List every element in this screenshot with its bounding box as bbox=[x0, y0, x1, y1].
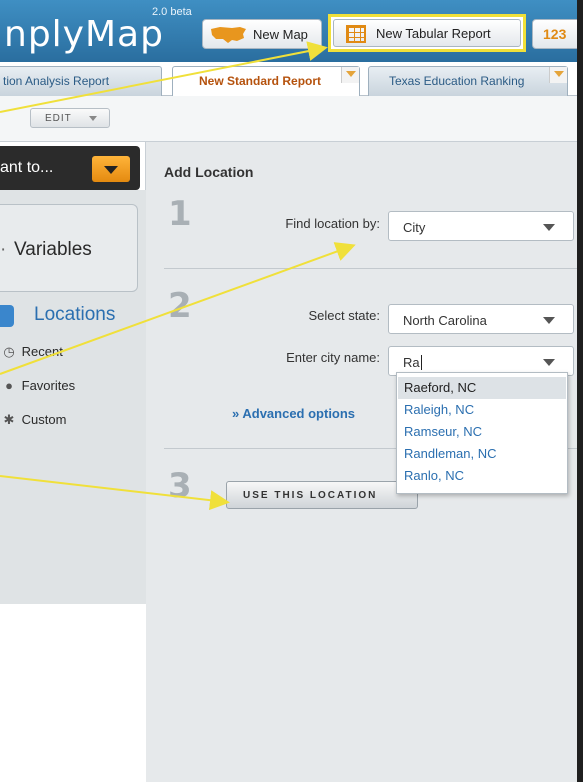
use-this-location-button[interactable]: USE THIS LOCATION bbox=[226, 481, 418, 509]
advanced-options-link[interactable]: » Advanced options bbox=[232, 406, 355, 421]
custom-label: Custom bbox=[21, 412, 67, 427]
step-number: 3 bbox=[168, 466, 192, 506]
tab-location-analysis-report[interactable]: tion Analysis Report bbox=[0, 66, 162, 96]
tab-menu-chevron-icon[interactable] bbox=[341, 67, 359, 83]
variables-icon: · bbox=[0, 239, 7, 260]
state-value: North Carolina bbox=[403, 313, 487, 328]
state-label: Select state: bbox=[308, 308, 380, 323]
sidebar-item-variables[interactable]: · Variables bbox=[0, 204, 138, 292]
state-select[interactable]: North Carolina bbox=[388, 304, 574, 334]
tab-label: tion Analysis Report bbox=[3, 74, 110, 88]
suggestion-item[interactable]: Ranlo, NC bbox=[398, 465, 566, 487]
use-this-location-label: USE THIS LOCATION bbox=[243, 490, 378, 501]
suggestion-item[interactable]: Randleman, NC bbox=[398, 443, 566, 465]
beta-badge: 2.0 beta bbox=[152, 6, 192, 18]
us-map-icon bbox=[211, 27, 246, 43]
want-to-menu[interactable]: ant to... bbox=[0, 146, 140, 190]
step-number: 2 bbox=[168, 286, 192, 326]
new-tabular-report-button[interactable]: New Tabular Report bbox=[333, 19, 521, 47]
ranking-label: 123 bbox=[543, 26, 567, 42]
new-map-button[interactable]: New Map bbox=[202, 19, 322, 49]
chevron-down-icon bbox=[89, 116, 97, 125]
divider bbox=[164, 268, 577, 269]
new-tabular-report-label: New Tabular Report bbox=[376, 26, 491, 41]
sidebar-empty-area bbox=[0, 604, 146, 782]
text-cursor bbox=[421, 355, 422, 370]
top-bar: nplyMap 2.0 beta New Map New Tabular Rep… bbox=[0, 0, 583, 62]
locations-icon bbox=[0, 305, 14, 327]
suggestion-item[interactable]: Raleigh, NC bbox=[398, 399, 566, 421]
suggestion-item[interactable]: Raeford, NC bbox=[398, 377, 566, 399]
edit-label: EDIT bbox=[45, 113, 72, 124]
city-label: Enter city name: bbox=[286, 350, 380, 365]
sidebar: ant to... · Variables Locations ◷ Recent… bbox=[0, 142, 146, 782]
tab-label: New Standard Report bbox=[199, 74, 322, 88]
sidebar-item-custom[interactable]: ✱ Custom bbox=[0, 412, 67, 428]
city-value: Ra bbox=[403, 355, 420, 370]
new-ranking-button[interactable]: 123 bbox=[532, 19, 583, 49]
find-by-value: City bbox=[403, 220, 426, 235]
edit-button[interactable]: EDIT bbox=[30, 108, 110, 128]
asterisk-icon: ✱ bbox=[3, 412, 15, 427]
find-by-label: Find location by: bbox=[285, 216, 380, 231]
report-toolbar: EDIT bbox=[0, 96, 583, 142]
tab-label: Texas Education Ranking bbox=[389, 74, 525, 88]
chevron-down-icon bbox=[543, 359, 555, 372]
app-window: nplyMap 2.0 beta New Map New Tabular Rep… bbox=[0, 0, 583, 782]
new-tabular-report-highlight: New Tabular Report bbox=[328, 14, 526, 52]
suggestion-item[interactable]: Ramseur, NC bbox=[398, 421, 566, 443]
table-grid-icon bbox=[346, 25, 366, 43]
heart-icon: ● bbox=[5, 378, 13, 393]
city-suggestions-list: Raeford, NC Raleigh, NC Ramseur, NC Rand… bbox=[396, 372, 568, 494]
want-to-label: ant to... bbox=[0, 159, 54, 176]
recent-label: Recent bbox=[21, 344, 63, 359]
tab-texas-education-ranking[interactable]: Texas Education Ranking bbox=[368, 66, 568, 96]
new-map-label: New Map bbox=[253, 27, 308, 42]
find-by-select[interactable]: City bbox=[388, 211, 574, 241]
chevron-down-icon bbox=[543, 224, 555, 237]
sidebar-item-recent[interactable]: ◷ Recent bbox=[0, 344, 63, 360]
tab-new-standard-report[interactable]: New Standard Report bbox=[172, 66, 360, 97]
window-edge bbox=[577, 0, 583, 782]
page-title: Add Location bbox=[164, 164, 254, 180]
sidebar-item-favorites[interactable]: ● Favorites bbox=[0, 378, 75, 393]
report-tabs: tion Analysis Report New Standard Report… bbox=[0, 62, 583, 97]
variables-label: Variables bbox=[14, 239, 92, 260]
tab-menu-chevron-icon[interactable] bbox=[549, 67, 567, 83]
step-number: 1 bbox=[168, 194, 192, 234]
app-logo: nplyMap bbox=[4, 14, 164, 55]
chevron-down-icon bbox=[543, 317, 555, 330]
favorites-label: Favorites bbox=[21, 378, 76, 393]
clock-icon: ◷ bbox=[3, 344, 15, 359]
dropdown-arrow-icon[interactable] bbox=[92, 156, 130, 182]
sidebar-item-locations[interactable]: Locations bbox=[34, 304, 115, 326]
